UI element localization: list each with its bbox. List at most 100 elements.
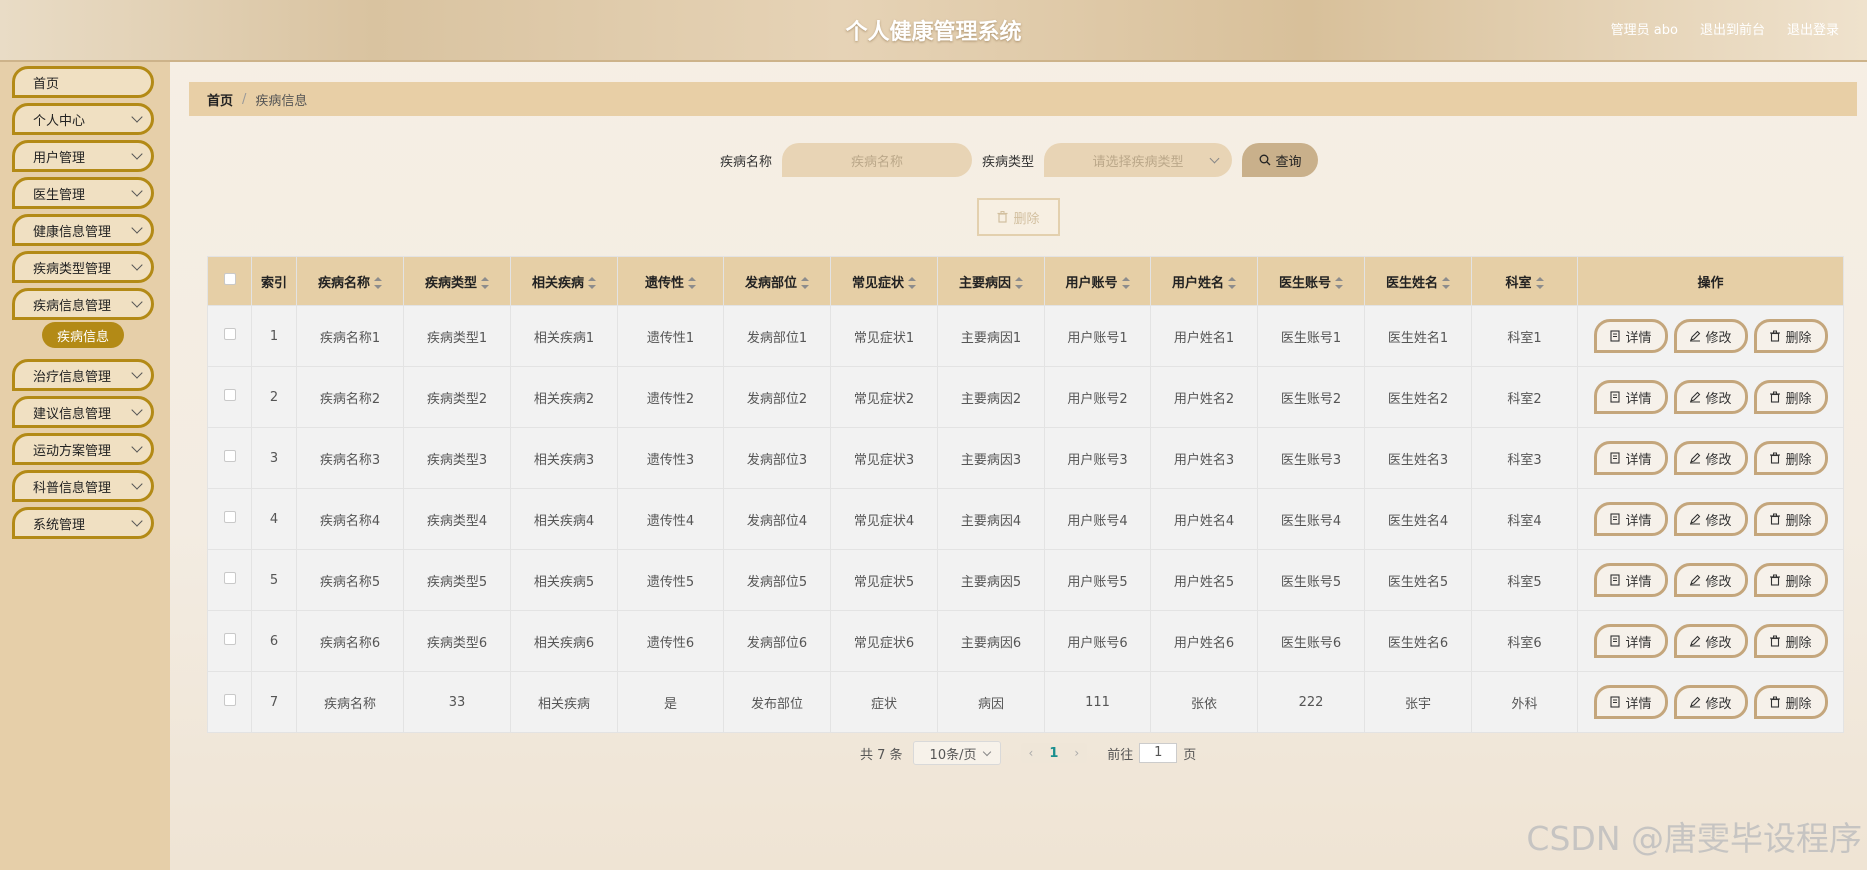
page-number[interactable]: 1	[1049, 746, 1058, 761]
column-header[interactable]: 医生姓名	[1364, 256, 1472, 306]
column-header[interactable]: 遗传性	[617, 256, 724, 306]
edit-button[interactable]: 修改	[1673, 319, 1748, 353]
column-header-label: 医生账号	[1278, 275, 1331, 291]
sort-icon[interactable]	[1228, 277, 1236, 289]
sort-icon[interactable]	[481, 277, 489, 289]
delete-button[interactable]: 删除	[1753, 380, 1828, 414]
column-header[interactable]: 发病部位	[723, 256, 831, 306]
delete-button[interactable]: 删除	[1753, 502, 1828, 536]
table-cell: 医生姓名4	[1364, 488, 1472, 550]
column-header-label: 索引	[260, 275, 287, 291]
delete-button[interactable]: 删除	[1753, 685, 1828, 719]
edit-button[interactable]: 修改	[1673, 563, 1748, 597]
row-checkbox[interactable]	[223, 572, 236, 584]
column-header[interactable]: 用户姓名	[1150, 256, 1258, 306]
sidebar-item-9[interactable]: 运动方案管理	[12, 433, 154, 465]
column-header[interactable]: 主要病因	[937, 256, 1045, 306]
table-cell: 用户账号1	[1044, 305, 1151, 367]
row-checkbox[interactable]	[223, 389, 236, 401]
detail-button[interactable]: 详情	[1593, 502, 1668, 536]
trash-icon	[1770, 696, 1781, 708]
chevron-down-icon	[131, 148, 143, 160]
logout-link[interactable]: 退出登录	[1787, 19, 1839, 38]
table-cell: 常见症状5	[830, 549, 938, 611]
sidebar-subitem-disease-info[interactable]: 疾病信息	[42, 322, 124, 348]
detail-button[interactable]: 详情	[1593, 624, 1668, 658]
sidebar-item-11[interactable]: 系统管理	[12, 507, 154, 539]
detail-button[interactable]: 详情	[1593, 319, 1668, 353]
detail-button[interactable]: 详情	[1593, 563, 1668, 597]
table-cell: 医生账号4	[1257, 488, 1365, 550]
sort-icon[interactable]	[1121, 277, 1130, 289]
sidebar-item-10[interactable]: 科普信息管理	[12, 470, 154, 502]
sort-icon[interactable]	[1015, 277, 1023, 289]
back-to-front-link[interactable]: 退出到前台	[1700, 19, 1765, 38]
row-checkbox[interactable]	[223, 694, 236, 706]
next-page-icon[interactable]: ›	[1074, 746, 1079, 760]
sort-icon[interactable]	[908, 277, 916, 289]
sidebar-item-label: 系统管理	[33, 517, 86, 533]
disease-type-select[interactable]: 请选择疾病类型	[1044, 143, 1233, 177]
sort-icon[interactable]	[1335, 277, 1343, 289]
table-cell: 发布部位	[723, 671, 831, 733]
sidebar-item-0[interactable]: 首页	[12, 66, 154, 98]
select-all-checkbox[interactable]	[223, 273, 236, 285]
sidebar-item-3[interactable]: 医生管理	[12, 177, 154, 209]
trash-icon	[1770, 391, 1781, 403]
type-filter-label: 疾病类型	[982, 154, 1035, 170]
sort-icon[interactable]	[588, 277, 596, 289]
edit-button-label: 修改	[1705, 330, 1732, 346]
column-header[interactable]: 疾病类型	[403, 256, 511, 306]
table-cell: 科室3	[1471, 427, 1578, 489]
column-header[interactable]: 常见症状	[830, 256, 938, 306]
detail-button[interactable]: 详情	[1593, 380, 1668, 414]
edit-button[interactable]: 修改	[1673, 624, 1748, 658]
sidebar-item-1[interactable]: 个人中心	[12, 103, 154, 135]
disease-name-input[interactable]: 疾病名称	[782, 143, 973, 177]
column-header[interactable]: 医生账号	[1257, 256, 1365, 306]
column-header[interactable]: 疾病名称	[296, 256, 404, 306]
breadcrumb-home[interactable]: 首页	[207, 90, 233, 109]
row-checkbox[interactable]	[223, 328, 236, 340]
row-checkbox[interactable]	[223, 511, 236, 523]
row-checkbox[interactable]	[223, 450, 236, 462]
top-header: 个人健康管理系统 管理员 abo 退出到前台 退出登录	[0, 0, 1867, 62]
table-row: 6 疾病名称6 疾病类型6 相关疾病6 遗传性6 发病部位6 常见症状6 主要病因6 用户账号6…	[207, 610, 1844, 672]
goto-page-input[interactable]: 1	[1139, 743, 1178, 763]
column-header[interactable]: 相关疾病	[510, 256, 618, 306]
sort-icon[interactable]	[374, 277, 382, 289]
search-button[interactable]: 查询	[1242, 143, 1319, 177]
sidebar-item-5[interactable]: 疾病类型管理	[12, 251, 154, 283]
sidebar-item-4[interactable]: 健康信息管理	[12, 214, 154, 246]
detail-button[interactable]: 详情	[1593, 685, 1668, 719]
delete-button[interactable]: 删除	[1753, 563, 1828, 597]
edit-button[interactable]: 修改	[1673, 380, 1748, 414]
detail-button[interactable]: 详情	[1593, 441, 1668, 475]
sidebar-item-7[interactable]: 治疗信息管理	[12, 359, 154, 391]
column-header[interactable]: 科室	[1471, 256, 1578, 306]
table-cell: 6	[251, 610, 297, 672]
pencil-icon	[1690, 391, 1701, 403]
page-size-select[interactable]: 10条/页	[912, 741, 1001, 765]
sort-icon[interactable]	[801, 277, 809, 289]
sidebar-item-2[interactable]: 用户管理	[12, 140, 154, 172]
column-header-label: 医生姓名	[1385, 275, 1438, 291]
batch-delete-button[interactable]: 删除	[977, 198, 1060, 236]
prev-page-icon[interactable]: ‹	[1029, 746, 1034, 760]
sidebar-item-6[interactable]: 疾病信息管理	[12, 288, 154, 320]
delete-button[interactable]: 删除	[1753, 624, 1828, 658]
edit-button[interactable]: 修改	[1673, 502, 1748, 536]
delete-button[interactable]: 删除	[1753, 319, 1828, 353]
sidebar-item-8[interactable]: 建议信息管理	[12, 396, 154, 428]
sort-icon[interactable]	[1535, 277, 1544, 289]
edit-button[interactable]: 修改	[1673, 441, 1748, 475]
row-checkbox[interactable]	[223, 633, 236, 645]
column-header[interactable]: 用户账号	[1044, 256, 1151, 306]
sort-icon[interactable]	[1442, 277, 1450, 289]
admin-label: 管理员 abo	[1610, 23, 1678, 38]
table-cell: 医生姓名5	[1364, 549, 1472, 611]
edit-button[interactable]: 修改	[1673, 685, 1748, 719]
sort-icon[interactable]	[688, 277, 696, 289]
delete-button[interactable]: 删除	[1753, 441, 1828, 475]
table-cell: 用户姓名6	[1150, 610, 1258, 672]
